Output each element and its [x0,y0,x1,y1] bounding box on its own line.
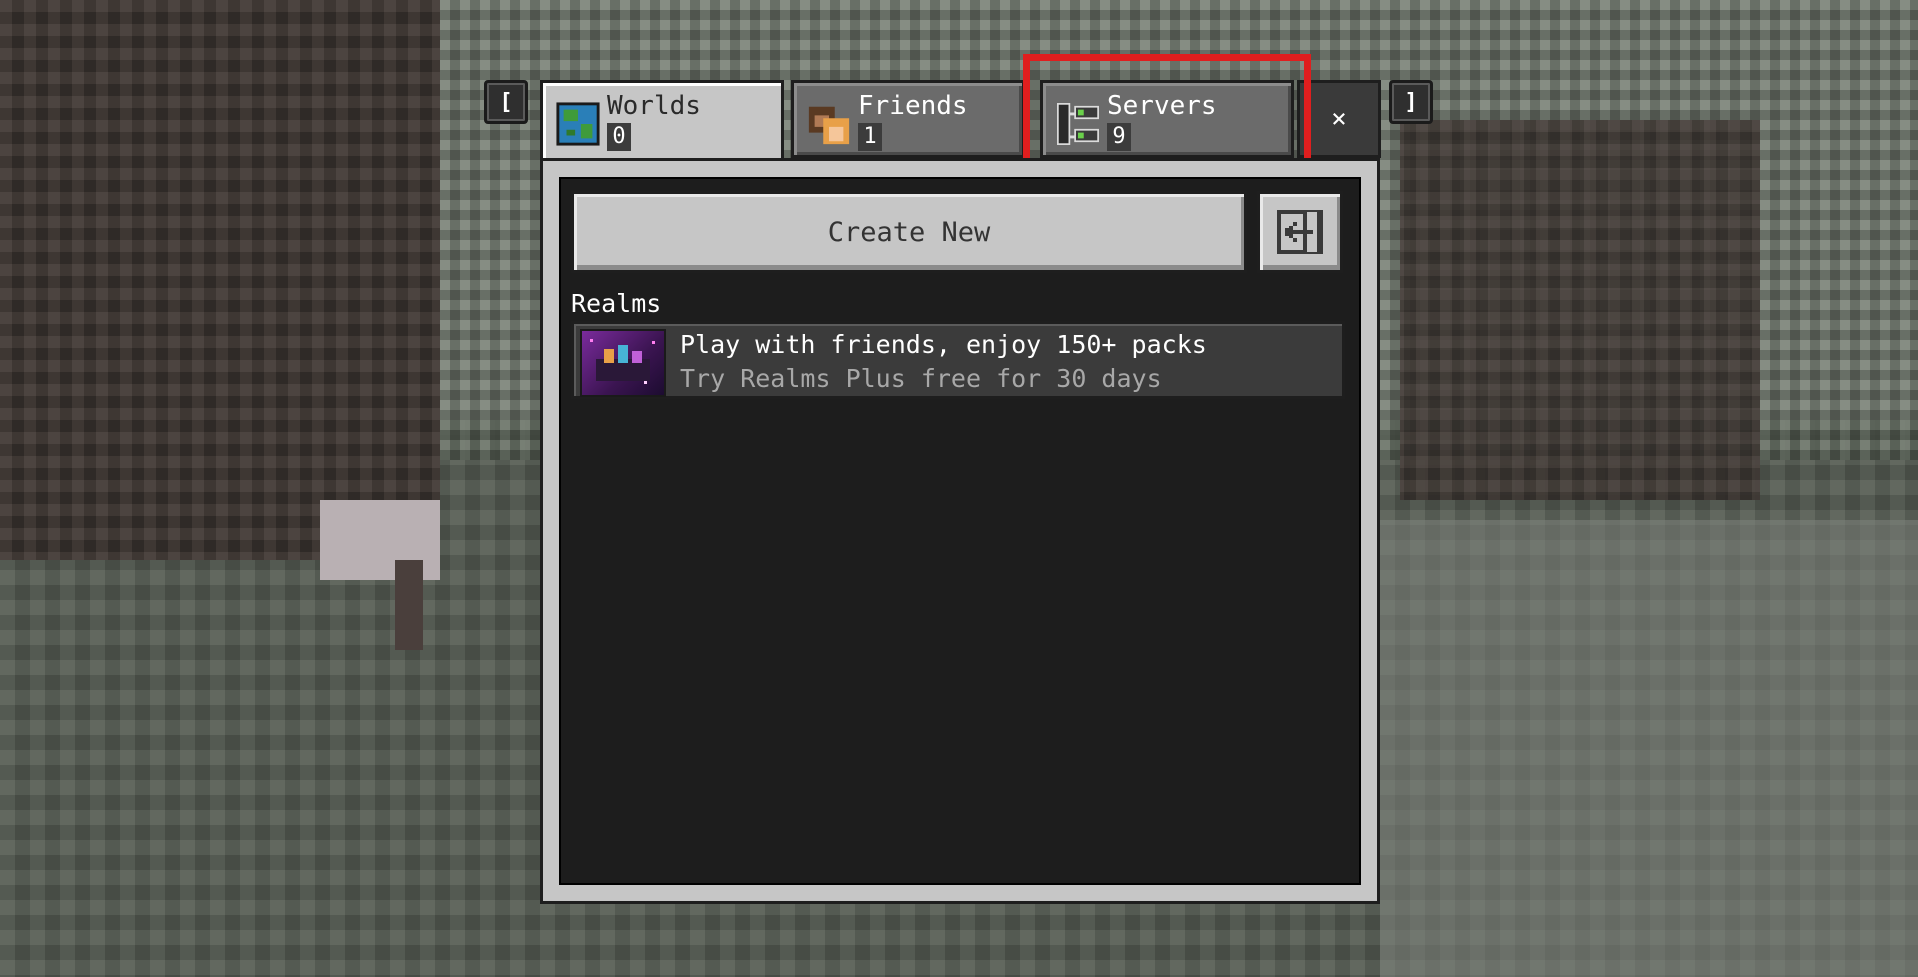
tab-friends[interactable]: Friends 1 [791,80,1025,158]
tab-count-badge: 0 [607,123,631,151]
left-bumper-hint: [ [484,80,528,124]
import-world-button[interactable] [1257,191,1343,273]
realms-promo-headline: Play with friends, enjoy 150+ packs [680,330,1207,359]
tab-worlds[interactable]: Worlds 0 [540,80,784,162]
realms-plus-promo[interactable]: Play with friends, enjoy 150+ packs Try … [571,321,1345,399]
realms-promo-image [580,329,666,397]
tab-count-badge: 1 [858,123,882,151]
create-new-label: Create New [827,216,991,248]
tab-label: Friends [858,91,968,121]
close-icon: × [1331,104,1347,134]
tab-label: Worlds [607,91,701,121]
import-icon [1277,210,1323,254]
realms-section-heading: Realms [571,289,662,318]
worlds-list-area: Create New Realms Play with friends, enj… [559,177,1361,885]
worlds-panel: Create New Realms Play with friends, enj… [540,158,1380,904]
globe-icon [556,102,600,146]
friends-icon [808,106,850,145]
create-new-button[interactable]: Create New [571,191,1247,273]
right-bumper-hint: ] [1389,80,1433,124]
realms-promo-subline: Try Realms Plus free for 30 days [680,364,1162,393]
